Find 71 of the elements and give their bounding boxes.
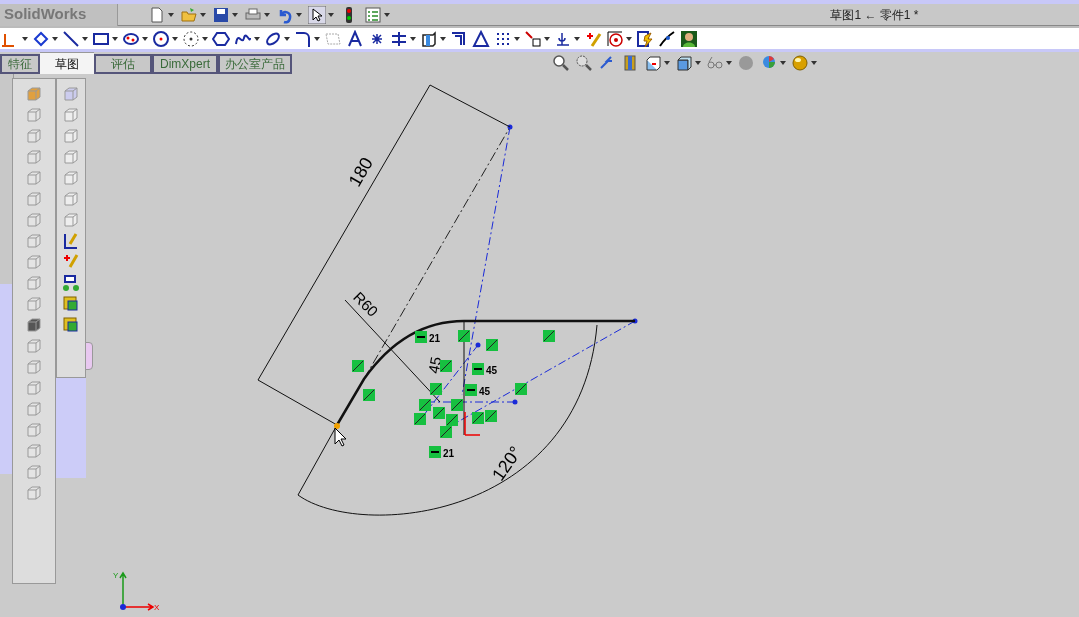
origin-icon [464,411,481,436]
app-name: SolidWorks [4,4,87,25]
arc-icon[interactable] [182,29,208,48]
polygon-icon[interactable] [212,29,230,48]
relation-badge [543,330,555,342]
relation-badge [446,414,458,426]
dimension-text[interactable]: R60 [350,288,382,320]
warning-triangle-icon[interactable] [472,29,490,48]
tab[interactable]: 评估 [94,54,152,74]
display-style-icon[interactable] [675,54,701,72]
coordinate-triad [119,571,155,611]
curve-icon[interactable] [658,29,676,48]
offset-icon[interactable] [450,29,468,48]
block-icon[interactable] [62,295,80,313]
relation-label: 21 [443,448,455,459]
relation-badge [440,360,452,372]
text-icon[interactable] [346,29,364,48]
dimension-text[interactable]: 45 [424,355,445,375]
trim-icon[interactable] [390,29,416,48]
line-icon[interactable] [62,29,88,48]
move-entities-icon[interactable] [524,29,550,48]
select-pointer-icon[interactable] [308,5,334,24]
person-icon[interactable] [680,29,698,48]
circle-icon[interactable] [152,29,178,48]
checklist-icon[interactable] [364,5,390,24]
relation-badge [485,410,497,422]
axis-label: X [154,603,160,612]
relation-badge [440,426,452,438]
relation-badge [415,331,427,343]
relation-badge [363,389,375,401]
zoom-fit-icon[interactable] [552,54,570,72]
view-orientation-icon[interactable] [644,54,670,72]
relation-badge [429,446,441,458]
relation-badge [515,383,527,395]
relation-badge [451,399,463,411]
window-title: 草图1 ← 零件1 * [830,6,919,24]
tab[interactable]: 草图 [40,52,94,74]
target-icon[interactable] [606,29,632,48]
expand-handle[interactable] [85,342,93,370]
relation-badge [414,413,426,425]
feature-icon[interactable] [25,316,43,334]
relation-label: 45 [486,365,498,376]
relation-badge [465,384,477,396]
scene-sphere-icon[interactable] [791,54,817,72]
relation-badge [486,339,498,351]
axis-label: Y [113,571,119,580]
relation-badge [472,412,484,424]
tab[interactable]: DimXpert [152,54,218,74]
open-folder-icon[interactable] [180,5,206,24]
relation-badge [472,363,484,375]
new-document-icon[interactable] [148,5,174,24]
relation-label: 21 [429,333,441,344]
relation-badge [430,383,442,395]
block-icon[interactable] [62,316,80,334]
tab[interactable]: 办公室产品 [218,54,292,74]
relation-badge [352,360,364,372]
hide-show-icon[interactable] [706,54,732,72]
sketch-move-icon[interactable] [62,274,80,292]
relation-badge [419,399,431,411]
relation-label: 45 [479,386,491,397]
section-view-icon[interactable] [621,54,639,72]
save-icon[interactable] [212,5,238,24]
dimension-text[interactable]: 180 [344,154,377,190]
zoom-area-icon[interactable] [575,54,593,72]
fillet-icon[interactable] [294,29,320,48]
relation-badge [433,407,445,419]
repair-sketch-icon[interactable] [636,29,654,48]
mouse-pointer-icon [334,423,347,447]
cube-icon[interactable] [420,29,446,48]
relation-badge [458,330,470,342]
tab[interactable]: 特征 [0,54,40,74]
